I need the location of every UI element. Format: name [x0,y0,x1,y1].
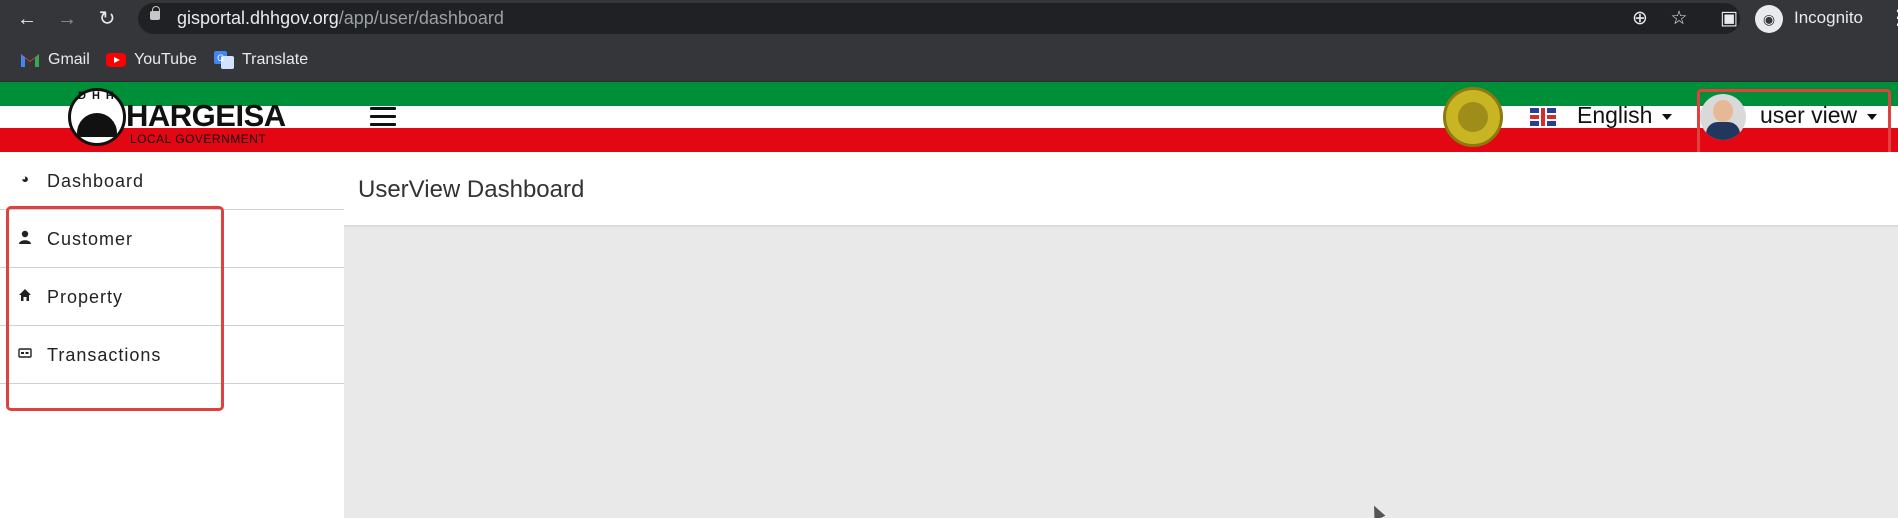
youtube-icon [106,53,126,67]
chevron-down-icon [1867,113,1878,120]
translate-icon: G [214,51,234,69]
logo-subtitle: LOCAL GOVERNMENT [130,132,267,146]
sidebar-item-label: Dashboard [47,171,145,191]
reload-icon[interactable]: ↻ [94,6,120,32]
back-icon[interactable]: ← [14,6,40,32]
bookmark-label: Translate [242,51,309,68]
uk-flag-icon[interactable] [1530,108,1556,126]
user-menu-dropdown[interactable]: user view [1760,102,1878,129]
incognito-icon[interactable]: ◉ [1755,5,1783,33]
browser-toolbar: ← → ↻ gisportal.dhhgov.org/app/user/dash… [0,0,1898,37]
browser-menu-icon[interactable]: ⋮ [1888,5,1898,30]
avatar[interactable] [1700,94,1746,140]
svg-text:G: G [217,54,224,64]
sidebar-highlight [6,206,224,411]
logo-initials: DHH [78,90,120,102]
bookmark-label: Gmail [48,51,90,68]
incognito-label[interactable]: Incognito [1794,8,1863,28]
user-name-label: user view [1760,102,1858,128]
url-path: /app/user/dashboard [338,8,504,28]
menu-toggle-icon[interactable] [370,107,396,127]
government-seal-icon [1443,87,1503,147]
zoom-icon[interactable]: ⊕ [1628,7,1652,31]
side-panel-icon[interactable]: ▣ [1717,7,1741,31]
chevron-down-icon [1662,113,1673,120]
bookmark-star-icon[interactable]: ☆ [1667,7,1691,31]
site-logo[interactable]: DHH HARGEISA LOCAL GOVERNMENT [68,88,286,148]
bookmark-gmail[interactable]: Gmail [20,49,90,71]
bookmark-label: YouTube [134,51,197,68]
page-title: UserView Dashboard [358,176,585,203]
lock-icon[interactable] [150,6,160,20]
dashboard-content [344,227,1898,518]
url-text[interactable]: gisportal.dhhgov.org/app/user/dashboard [177,8,504,29]
bookmark-translate[interactable]: G Translate [214,49,308,71]
language-label: English [1577,102,1653,128]
bookmarks-bar: Gmail YouTube G Translate [0,37,1898,82]
sidebar-item-dashboard[interactable]: ◕ Dashboard [0,152,344,210]
page-header: UserView Dashboard [344,152,1898,227]
dashboard-icon: ◕ [21,171,29,186]
logo-title: HARGEISA [126,98,286,133]
bookmark-youtube[interactable]: YouTube [106,49,197,71]
forward-icon[interactable]: → [54,6,80,32]
gmail-icon [21,54,39,67]
language-dropdown[interactable]: English [1577,102,1673,129]
url-host: gisportal.dhhgov.org [177,8,339,28]
